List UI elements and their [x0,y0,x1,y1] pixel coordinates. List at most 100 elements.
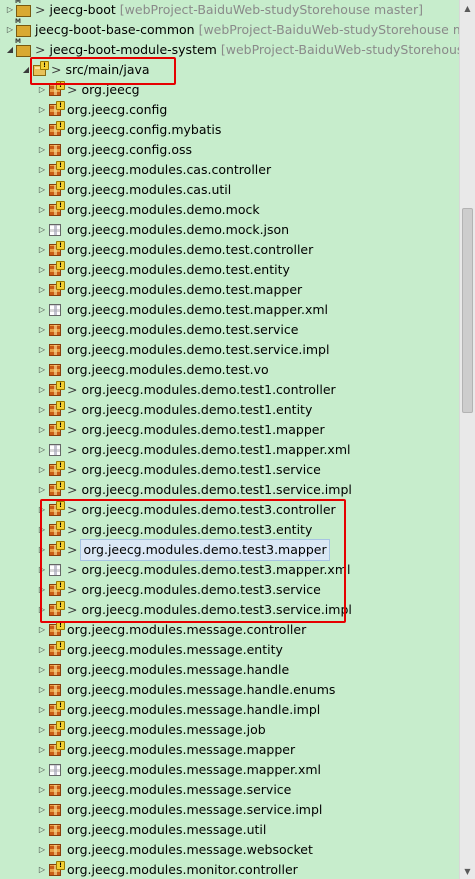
package-row[interactable]: ▷ org.jeecg.modules.demo.test.service.imp… [38,340,330,360]
collapsed-arrow-icon[interactable]: ▷ [38,100,46,120]
scroll-down-arrow-icon[interactable]: ▼ [460,863,475,879]
collapsed-arrow-icon[interactable]: ▷ [38,480,46,500]
package-label: org.jeecg.modules.monitor.controller [67,862,298,877]
warning-overlay-icon [56,741,65,750]
collapsed-arrow-icon[interactable]: ▷ [38,740,46,760]
collapsed-arrow-icon[interactable]: ▷ [38,660,46,680]
package-row[interactable]: ▷ org.jeecg.modules.demo.test.controller [38,240,313,260]
collapsed-arrow-icon[interactable]: ▷ [38,760,46,780]
package-row[interactable]: ▷ >org.jeecg.modules.demo.test3.controlle… [38,500,336,520]
source-folder-row[interactable]: ◢ >src/main/java [22,60,150,80]
package-row[interactable]: ▷ >org.jeecg.modules.demo.test1.controlle… [38,380,336,400]
warning-overlay-icon [56,381,65,390]
package-row[interactable]: ▷ org.jeecg.modules.demo.test.mapper.xml [38,300,328,320]
package-row[interactable]: ▷ org.jeecg.modules.cas.controller [38,160,271,180]
package-row[interactable]: ▷ >org.jeecg.modules.demo.test3.service.i… [38,600,352,620]
collapsed-arrow-icon[interactable]: ▷ [38,340,46,360]
collapsed-arrow-icon[interactable]: ▷ [38,400,46,420]
package-row[interactable]: ▷ >org.jeecg.modules.demo.test1.entity [38,400,312,420]
package-row[interactable]: ▷ org.jeecg.modules.demo.test.vo [38,360,269,380]
package-label: org.jeecg.modules.demo.test.service [67,322,299,337]
package-row[interactable]: ▷ org.jeecg.modules.message.websocket [38,840,313,860]
package-row[interactable]: ▷ org.jeecg.modules.demo.mock.json [38,220,289,240]
collapsed-arrow-icon[interactable]: ▷ [38,300,46,320]
scroll-up-arrow-icon[interactable]: ▲ [460,0,475,16]
project-row[interactable]: ◢ M > jeecg-boot-module-system [webProject-B… [6,39,459,60]
collapsed-arrow-icon[interactable]: ▷ [38,700,46,720]
package-row[interactable]: ▷ org.jeecg.modules.message.mapper.xml [38,760,321,780]
collapsed-arrow-icon[interactable]: ▷ [38,600,46,620]
collapsed-arrow-icon[interactable]: ▷ [38,520,46,540]
package-row[interactable]: ▷ >org.jeecg.modules.demo.test1.service.i… [38,480,352,500]
collapsed-arrow-icon[interactable]: ▷ [38,200,46,220]
expanded-arrow-icon[interactable]: ◢ [22,60,30,80]
package-row[interactable]: ▷ org.jeecg.modules.message.entity [38,640,283,660]
collapsed-arrow-icon[interactable]: ▷ [38,640,46,660]
collapsed-arrow-icon[interactable]: ▷ [38,840,46,860]
package-row[interactable]: ▷ org.jeecg.modules.demo.test.service [38,320,298,340]
package-row[interactable]: ▷ org.jeecg.modules.message.handle.impl [38,700,320,720]
collapsed-arrow-icon[interactable]: ▷ [38,220,46,240]
collapsed-arrow-icon[interactable]: ▷ [38,680,46,700]
collapsed-arrow-icon[interactable]: ▷ [38,800,46,820]
package-row[interactable]: ▷ org.jeecg.modules.message.job [38,720,266,740]
collapsed-arrow-icon[interactable]: ▷ [38,160,46,180]
collapsed-arrow-icon[interactable]: ▷ [6,20,14,40]
package-row[interactable]: ▷ >org.jeecg.modules.demo.test3.entity [38,520,312,540]
collapsed-arrow-icon[interactable]: ▷ [38,820,46,840]
package-row[interactable]: ▷ org.jeecg.modules.message.mapper [38,740,295,760]
package-row[interactable]: ▷ org.jeecg.modules.demo.mock [38,200,260,220]
package-row[interactable]: ▷ org.jeecg.config.oss [38,140,192,160]
collapsed-arrow-icon[interactable]: ▷ [38,500,46,520]
project-row[interactable]: ▷ Mjeecg-boot-base-common [webProject-Baid… [6,19,459,40]
package-row[interactable]: ▷ >org.jeecg.modules.demo.test1.service [38,460,321,480]
package-row[interactable]: ▷ org.jeecg.modules.demo.test.entity [38,260,290,280]
package-row[interactable]: ▷ org.jeecg.modules.message.service [38,780,291,800]
collapsed-arrow-icon[interactable]: ▷ [38,460,46,480]
collapsed-arrow-icon[interactable]: ▷ [38,120,46,140]
package-row[interactable]: ▷ org.jeecg.config.mybatis [38,120,221,140]
package-row[interactable]: ▷ org.jeecg.modules.message.handle [38,660,289,680]
collapsed-arrow-icon[interactable]: ▷ [38,240,46,260]
package-row[interactable]: ▷ >org.jeecg [38,80,140,100]
collapsed-arrow-icon[interactable]: ▷ [38,140,46,160]
collapsed-arrow-icon[interactable]: ▷ [38,560,46,580]
package-row[interactable]: ▷ org.jeecg.modules.message.service.impl [38,800,322,820]
package-row[interactable]: ▷ >org.jeecg.modules.demo.test3.mapper [38,539,330,561]
project-row[interactable]: ▷ M > jeecg-boot [webProject-BaiduWeb-studyS… [6,0,423,20]
package-explorer-tree[interactable]: ▷ M > jeecg-boot [webProject-BaiduWeb-studyS… [0,0,459,879]
package-row[interactable]: ▷ org.jeecg.modules.cas.util [38,180,231,200]
collapsed-arrow-icon[interactable]: ▷ [38,360,46,380]
warning-overlay-icon [56,281,65,290]
package-label: org.jeecg.modules.message.handle [67,662,290,677]
package-row[interactable]: ▷ org.jeecg.config [38,100,167,120]
package-row[interactable]: ▷ > org.jeecg.modules.demo.test1.mapper.xm… [38,440,351,460]
package-row[interactable]: ▷ org.jeecg.modules.demo.test.mapper [38,280,302,300]
collapsed-arrow-icon[interactable]: ▷ [38,80,46,100]
package-row[interactable]: ▷ org.jeecg.modules.message.controller [38,620,306,640]
vertical-scrollbar[interactable]: ▲ ▼ [459,0,475,879]
package-row[interactable]: ▷ org.jeecg.modules.message.handle.enums [38,680,335,700]
package-row[interactable]: ▷ >org.jeecg.modules.demo.test3.service [38,580,321,600]
collapsed-arrow-icon[interactable]: ▷ [38,440,46,460]
package-row[interactable]: ▷ >org.jeecg.modules.demo.test1.mapper [38,420,325,440]
collapsed-arrow-icon[interactable]: ▷ [38,260,46,280]
package-row[interactable]: ▷ org.jeecg.modules.monitor.controller [38,860,298,879]
collapsed-arrow-icon[interactable]: ▷ [6,0,14,20]
collapsed-arrow-icon[interactable]: ▷ [38,720,46,740]
java-package-icon [48,802,64,818]
collapsed-arrow-icon[interactable]: ▷ [38,780,46,800]
collapsed-arrow-icon[interactable]: ▷ [38,380,46,400]
collapsed-arrow-icon[interactable]: ▷ [38,620,46,640]
collapsed-arrow-icon[interactable]: ▷ [38,860,46,879]
collapsed-arrow-icon[interactable]: ▷ [38,320,46,340]
expanded-arrow-icon[interactable]: ◢ [6,40,14,60]
package-row[interactable]: ▷ > org.jeecg.modules.demo.test3.mapper.xm… [38,560,351,580]
collapsed-arrow-icon[interactable]: ▷ [38,180,46,200]
collapsed-arrow-icon[interactable]: ▷ [38,580,46,600]
collapsed-arrow-icon[interactable]: ▷ [38,540,46,560]
collapsed-arrow-icon[interactable]: ▷ [38,420,46,440]
collapsed-arrow-icon[interactable]: ▷ [38,280,46,300]
scrollbar-thumb[interactable] [462,208,473,413]
package-row[interactable]: ▷ org.jeecg.modules.message.util [38,820,266,840]
